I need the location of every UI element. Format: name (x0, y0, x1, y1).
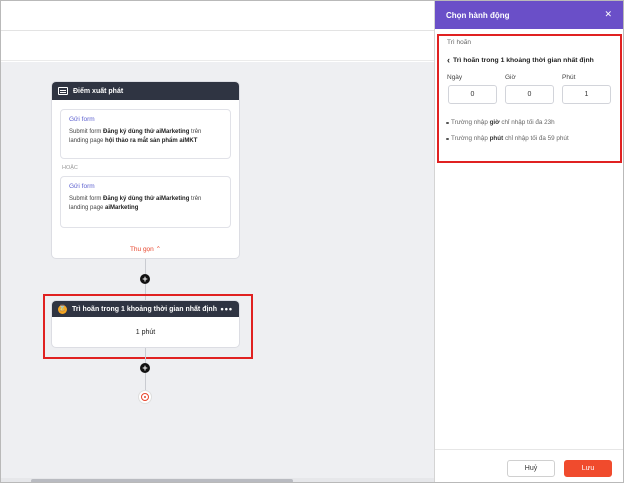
cancel-button[interactable]: Huỷ (507, 460, 555, 477)
target-icon (141, 393, 149, 401)
connector-line (145, 348, 146, 363)
top-bar (1, 1, 434, 31)
collapse-link[interactable]: Thu gọn ⌃ (52, 245, 239, 253)
trigger-card[interactable]: Gửi form Submit form Đăng ký dùng thử ai… (60, 176, 231, 228)
trigger-title: Gửi form (69, 116, 95, 123)
add-step-button[interactable]: + (140, 363, 150, 373)
panel-footer: Huỷ Lưu (435, 449, 623, 482)
end-node[interactable] (138, 390, 152, 404)
action-panel: Chọn hành động ✕ Trì hoãn ‹ Trì hoãn tro… (434, 1, 623, 482)
or-separator: HOẶC (62, 165, 78, 171)
connector-line (145, 373, 146, 390)
highlight-box (437, 34, 622, 163)
horizontal-scrollbar[interactable] (1, 478, 434, 482)
start-node-header: Điểm xuất phát (52, 82, 239, 100)
scrollbar-thumb[interactable] (31, 479, 293, 482)
trigger-title: Gửi form (69, 183, 95, 190)
trigger-card[interactable]: Gửi form Submit form Đăng ký dùng thử ai… (60, 109, 231, 159)
trigger-description: Submit form Đăng ký dùng thử aiMarketing… (69, 129, 202, 144)
connector-line (145, 259, 146, 274)
toolbar (1, 31, 434, 61)
highlight-box (43, 294, 253, 359)
start-node[interactable]: Điểm xuất phát Gửi form Submit form Đăng… (51, 81, 240, 259)
trigger-description: Submit form Đăng ký dùng thử aiMarketing… (69, 196, 202, 211)
start-node-title: Điểm xuất phát (73, 87, 124, 95)
close-icon[interactable]: ✕ (604, 10, 612, 19)
form-icon (58, 87, 68, 95)
panel-header: Chọn hành động ✕ (435, 1, 623, 29)
panel-title: Chọn hành động (446, 10, 510, 20)
app-window: Điểm xuất phát Gửi form Submit form Đăng… (0, 0, 624, 483)
add-step-button[interactable]: + (140, 274, 150, 284)
save-button[interactable]: Lưu (564, 460, 612, 477)
